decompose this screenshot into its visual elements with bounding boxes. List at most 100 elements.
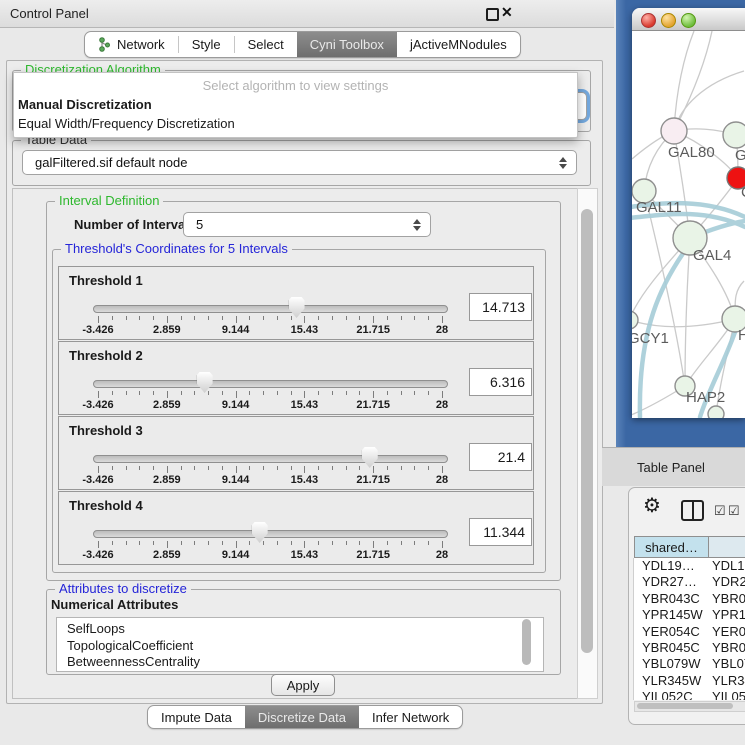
threshold-2-slider-thumb[interactable] — [197, 372, 213, 393]
attribute-item[interactable]: BetweennessCentrality — [67, 654, 543, 671]
table-row[interactable]: YDL19…YDL19… — [634, 558, 745, 574]
table-row[interactable]: YER054CYER054C — [634, 624, 745, 640]
slider-tick — [139, 541, 140, 545]
scrollbar-thumb[interactable] — [637, 703, 733, 709]
slider-tick — [332, 391, 333, 395]
attributes-list-scrollbar[interactable] — [522, 619, 531, 665]
vertical-scrollbar[interactable] — [577, 188, 598, 699]
slider-tick — [181, 541, 182, 545]
slider-axis-label: -3.426 — [82, 399, 113, 411]
threshold-3-slider-track[interactable] — [93, 455, 448, 463]
threshold-1-value-field[interactable]: 14.713 — [469, 293, 532, 321]
network-node-node-top-right[interactable] — [723, 122, 745, 148]
threshold-4-slider-thumb[interactable] — [252, 522, 268, 543]
algorithm-dropdown-popup: Select algorithm to view settings Manual… — [13, 72, 578, 138]
zoom-button[interactable] — [681, 13, 696, 28]
table-row[interactable]: YPR145WYPR145W — [634, 607, 745, 623]
tab-infer-network[interactable]: Infer Network — [359, 706, 462, 728]
table-row[interactable]: YBL079WYBL079W — [634, 656, 745, 672]
tab-cyni-toolbox[interactable]: Cyni Toolbox — [297, 32, 397, 57]
slider-axis-label: 28 — [436, 324, 448, 336]
slider-tick — [373, 541, 374, 548]
tab-select[interactable]: Select — [235, 32, 297, 57]
network-window[interactable]: GAL80GACGAL11GAL4GCY1HHAP2 — [632, 8, 745, 418]
slider-tick — [373, 466, 374, 473]
cell-name: YBR045C — [712, 640, 745, 656]
attribute-item[interactable]: TopologicalCoefficient — [67, 638, 543, 655]
cyni-bottom-tabs: Impute Data Discretize Data Infer Networ… — [147, 705, 463, 729]
threshold-3-value-field[interactable]: 21.4 — [469, 443, 532, 471]
table-row[interactable]: YIL052CYIL052C — [634, 689, 745, 700]
table-panel-title: Table Panel — [637, 460, 705, 475]
cell-name: YIL052C — [712, 689, 745, 700]
slider-tick — [359, 391, 360, 395]
threshold-1-slider-track[interactable] — [93, 305, 448, 313]
float-window-icon[interactable] — [486, 8, 499, 21]
slider-tick — [401, 391, 402, 395]
minimize-button[interactable] — [661, 13, 676, 28]
threshold-2-value-field[interactable]: 6.316 — [469, 368, 532, 396]
table-data-combobox[interactable]: galFiltered.sif default node — [22, 150, 577, 175]
slider-tick — [277, 391, 278, 395]
slider-tick — [126, 316, 127, 320]
threshold-2-box: Threshold 2 -3.4262.8599.14415.4321.7152… — [58, 341, 534, 415]
network-node-node-bottom[interactable] — [708, 406, 724, 418]
tab-label: Network — [117, 37, 165, 52]
table-row[interactable]: YBR045CYBR045C — [634, 640, 745, 656]
table-row[interactable]: YLR345WYLR345W — [634, 673, 745, 689]
slider-tick — [139, 391, 140, 395]
threshold-label: Threshold 3 — [69, 423, 143, 438]
network-node-gal80-neighbor-pink[interactable] — [661, 118, 687, 144]
number-of-intervals-combobox[interactable]: 5 — [183, 212, 431, 237]
settings-gear-icon[interactable]: ⚙ — [643, 496, 661, 516]
tab-discretize-data[interactable]: Discretize Data — [245, 706, 359, 728]
slider-tick — [304, 316, 305, 323]
slider-tick — [359, 541, 360, 545]
close-icon[interactable]: ✕ — [501, 4, 513, 21]
cell-name: YDR27… — [712, 574, 745, 590]
table-row[interactable]: YBR043CYBR043C — [634, 591, 745, 607]
slider-tick — [208, 316, 209, 320]
dropdown-option-equal-width-frequency[interactable]: Equal Width/Frequency Discretization — [18, 116, 235, 131]
network-node-label: GA — [735, 147, 745, 164]
threshold-1-slider-thumb[interactable] — [289, 297, 305, 318]
threshold-4-slider-track[interactable] — [93, 530, 448, 538]
slider-tick — [263, 391, 264, 395]
scrollbar-thumb[interactable] — [581, 209, 593, 653]
cell-name: YPR145W — [712, 607, 745, 623]
dropdown-option-manual-discretization[interactable]: Manual Discretization — [18, 97, 152, 112]
threshold-4-value-field[interactable]: 11.344 — [469, 518, 532, 546]
tab-style[interactable]: Style — [179, 32, 234, 57]
tab-network[interactable]: Network — [85, 32, 178, 57]
column-header-shared-name[interactable]: shared… — [634, 536, 709, 558]
checkbox-checked-icon[interactable]: ☑ — [714, 504, 726, 517]
table-panel-titlebar: Table Panel — [602, 447, 745, 486]
tab-jactivemnodules[interactable]: jActiveMNodules — [397, 32, 520, 57]
split-columns-icon[interactable] — [681, 500, 704, 521]
slider-axis-label: 28 — [436, 474, 448, 486]
cell-shared-name: YDL19… — [642, 558, 695, 574]
slider-tick — [236, 541, 237, 548]
table-row[interactable]: YDR27…YDR27… — [634, 574, 745, 590]
number-of-intervals-label: Number of Intervals — [74, 217, 196, 232]
cell-shared-name: YBL079W — [642, 656, 701, 672]
slider-axis-label: 2.859 — [153, 549, 181, 561]
apply-button[interactable]: Apply — [271, 674, 335, 696]
control-panel-tabs: Network Style Select Cyni Toolbox jActiv… — [84, 31, 521, 58]
slider-tick — [194, 466, 195, 470]
attribute-item[interactable]: SelfLoops — [67, 621, 543, 638]
network-node-gcy1-node[interactable] — [632, 311, 638, 329]
threshold-3-slider-thumb[interactable] — [362, 447, 378, 468]
network-canvas[interactable]: GAL80GACGAL11GAL4GCY1HHAP2 — [632, 31, 745, 418]
close-button[interactable] — [641, 13, 656, 28]
slider-tick — [346, 316, 347, 320]
slider-tick — [304, 541, 305, 548]
tab-impute-data[interactable]: Impute Data — [148, 706, 245, 728]
numerical-attributes-list[interactable]: SelfLoopsTopologicalCoefficientBetweenne… — [56, 617, 544, 672]
column-header-name[interactable]: n — [708, 536, 745, 558]
horizontal-scrollbar[interactable] — [634, 701, 745, 712]
threshold-2-slider-track[interactable] — [93, 380, 448, 388]
network-node-label: H — [738, 327, 745, 344]
checkbox-checked-icon[interactable]: ☑ — [728, 504, 740, 517]
slider-ticks — [59, 316, 533, 324]
